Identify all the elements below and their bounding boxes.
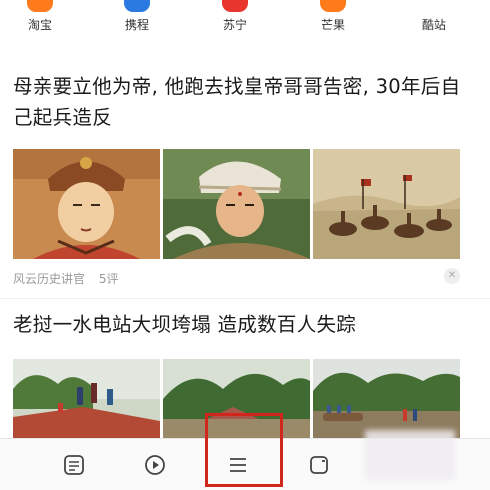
battle-painting-image[interactable] [313, 149, 460, 259]
ctrip-icon [124, 0, 150, 12]
shortcut-kuzhan[interactable]: 酷站 [404, 0, 464, 44]
shortcut-label: 苏宁 [222, 18, 247, 32]
blurred-region [365, 430, 455, 480]
emperor-portrait-image[interactable] [13, 149, 160, 259]
tabs-icon[interactable] [308, 453, 332, 477]
taobao-icon [27, 0, 53, 12]
article-source[interactable]: 风云历史讲官 [13, 272, 85, 286]
news-icon[interactable] [62, 453, 86, 477]
video-icon[interactable] [143, 453, 167, 477]
article-title[interactable]: 老挝一水电站大坝垮塌 造成数百人失踪 [13, 309, 478, 340]
shortcut-ctrip[interactable]: 携程 [107, 0, 167, 44]
shortcut-label: 携程 [124, 18, 149, 32]
shortcut-mango[interactable]: 芒果 [303, 0, 363, 44]
article-meta: 风云历史讲官 5评 [13, 270, 128, 287]
shortcut-row: 淘宝 携程 苏宁 芒果 酷站 [0, 0, 490, 44]
shortcut-taobao[interactable]: 淘宝 [10, 0, 70, 44]
kuzhan-icon [421, 0, 447, 12]
shortcut-label: 芒果 [320, 18, 345, 32]
suning-icon [222, 0, 248, 12]
menu-highlight-box [205, 413, 283, 487]
article-title[interactable]: 母亲要立他为帝, 他跑去找皇帝哥哥告密, 30年后自己起兵造反 [13, 71, 478, 133]
flood-rooftop-image[interactable] [13, 359, 160, 439]
flood-boats-image[interactable] [313, 359, 460, 439]
shortcut-label: 淘宝 [27, 18, 52, 32]
comment-count[interactable]: 5评 [99, 272, 119, 286]
divider [0, 298, 490, 299]
warrior-illustration-image[interactable] [163, 149, 310, 259]
shortcut-label: 酷站 [421, 18, 446, 32]
dismiss-icon[interactable]: ✕ [444, 268, 460, 284]
mango-icon [320, 0, 346, 12]
shortcut-suning[interactable]: 苏宁 [205, 0, 265, 44]
